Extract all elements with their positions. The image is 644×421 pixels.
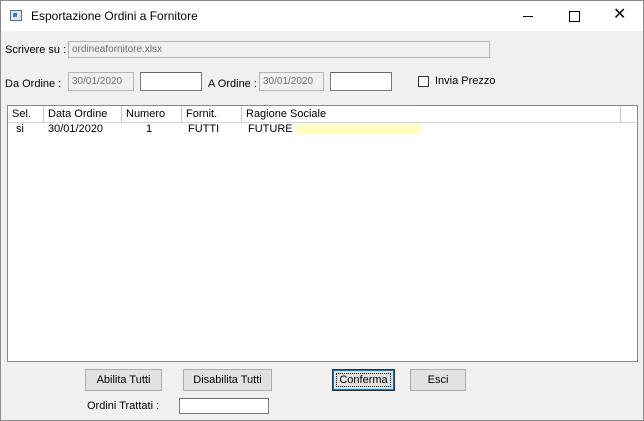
close-icon: ✕ <box>613 6 627 23</box>
orders-grid[interactable]: Sel. Data Ordine Numero Fornit. Ragione … <box>7 105 638 362</box>
orders-processed-label: Ordini Trattati : <box>87 400 160 412</box>
to-order-label: A Ordine : <box>208 78 257 90</box>
title-bar[interactable]: Esportazione Ordini a Fornitore ✕ <box>1 1 643 31</box>
cell-data-ordine: 30/01/2020 <box>48 123 104 135</box>
confirm-label: Conferma <box>336 373 391 387</box>
column-header-numero[interactable]: Numero <box>122 106 182 122</box>
enable-all-button[interactable]: Abilita Tutti <box>85 369 162 391</box>
app-window-icon <box>10 10 22 21</box>
export-dialog-window: Esportazione Ordini a Fornitore ✕ Scrive… <box>0 0 644 421</box>
table-row[interactable]: si 30/01/2020 1 FUTTI FUTURE <box>8 123 637 136</box>
disable-all-button[interactable]: Disabilita Tutti <box>183 369 272 391</box>
cell-sel: si <box>16 123 24 135</box>
minimize-button[interactable] <box>505 1 551 31</box>
from-order-date-field[interactable]: 30/01/2020 <box>68 72 134 91</box>
exit-button[interactable]: Esci <box>410 369 466 391</box>
grid-header: Sel. Data Ordine Numero Fornit. Ragione … <box>8 106 637 123</box>
disable-all-label: Disabilita Tutti <box>193 374 262 386</box>
column-header-ragione-sociale[interactable]: Ragione Sociale <box>242 106 621 122</box>
send-price-checkbox[interactable] <box>418 76 429 87</box>
maximize-icon <box>569 11 580 22</box>
window-title: Esportazione Ordini a Fornitore <box>31 9 198 23</box>
column-header-fornitore[interactable]: Fornit. <box>182 106 242 122</box>
to-order-number-field[interactable] <box>330 72 392 91</box>
output-file-label: Scrivere su : <box>5 44 67 56</box>
minimize-icon <box>523 16 533 17</box>
cell-ragione-sociale: FUTURE <box>248 123 293 135</box>
cell-numero: 1 <box>146 123 153 135</box>
cell-fornitore: FUTTI <box>188 123 220 135</box>
to-order-date-field[interactable]: 30/01/2020 <box>259 72 324 91</box>
send-price-label[interactable]: Invia Prezzo <box>435 75 496 87</box>
close-button[interactable]: ✕ <box>597 1 643 31</box>
maximize-button[interactable] <box>551 1 597 31</box>
exit-label: Esci <box>427 374 449 386</box>
confirm-button[interactable]: Conferma <box>332 369 395 391</box>
column-header-data-ordine[interactable]: Data Ordine <box>44 106 122 122</box>
orders-processed-field <box>179 398 269 414</box>
from-order-label: Da Ordine : <box>5 78 62 90</box>
enable-all-label: Abilita Tutti <box>96 374 151 386</box>
output-file-field[interactable]: ordineafornitore.xlsx <box>68 41 490 58</box>
from-order-number-field[interactable] <box>140 72 202 91</box>
column-header-sel[interactable]: Sel. <box>8 106 44 122</box>
cell-highlight <box>296 125 422 134</box>
